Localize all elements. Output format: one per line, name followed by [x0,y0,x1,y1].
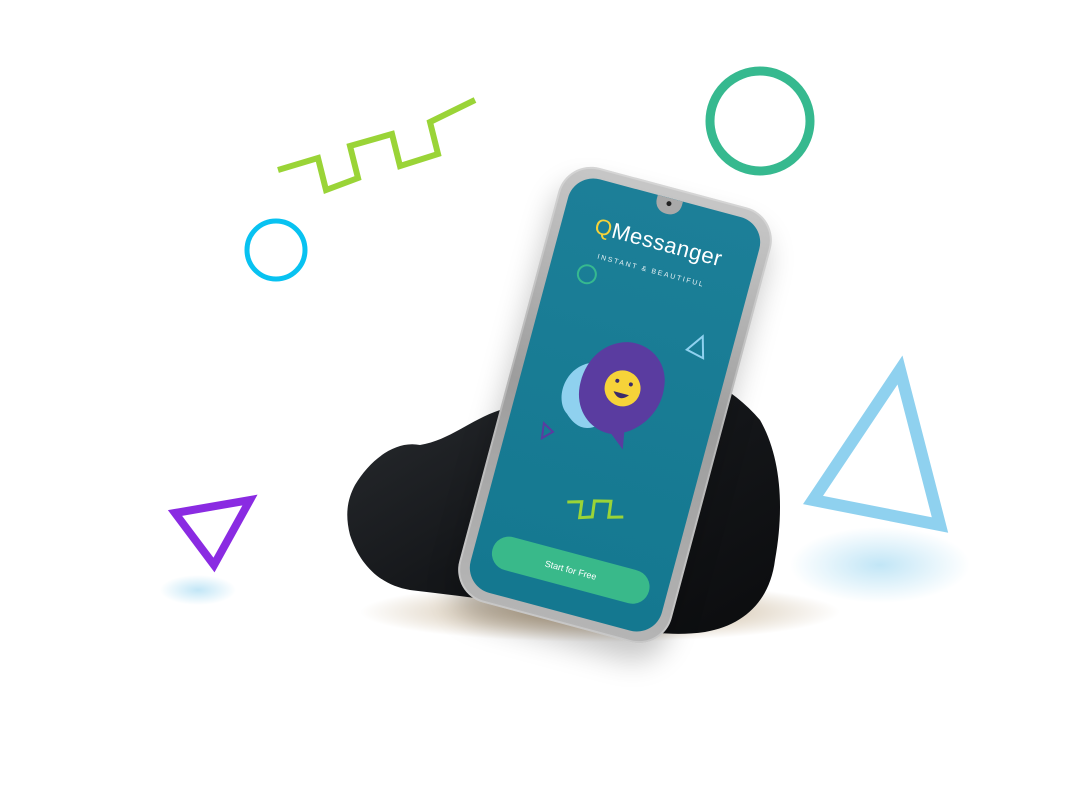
ring-icon [705,66,815,176]
large-triangle-icon [803,355,949,533]
purple-triangle-icon [167,494,258,573]
screen-zigzag-icon [567,499,624,520]
screen-small-triangle-icon [540,421,555,441]
zigzag-icon [277,97,477,194]
phone-frame: QMessanger INSTANT & BEAUTIFUL Start for… [450,159,780,651]
screen-ring-icon [576,264,597,285]
marketing-scene: QMessanger INSTANT & BEAUTIFUL Start for… [0,0,1080,810]
triangle-glow [790,527,970,603]
small-triangle-glow [160,575,236,605]
phone-screen: QMessanger INSTANT & BEAUTIFUL Start for… [463,172,767,638]
screen-triangle-icon [684,334,705,360]
phone-mockup: QMessanger INSTANT & BEAUTIFUL Start for… [450,159,780,651]
small-ring-icon [244,218,308,282]
